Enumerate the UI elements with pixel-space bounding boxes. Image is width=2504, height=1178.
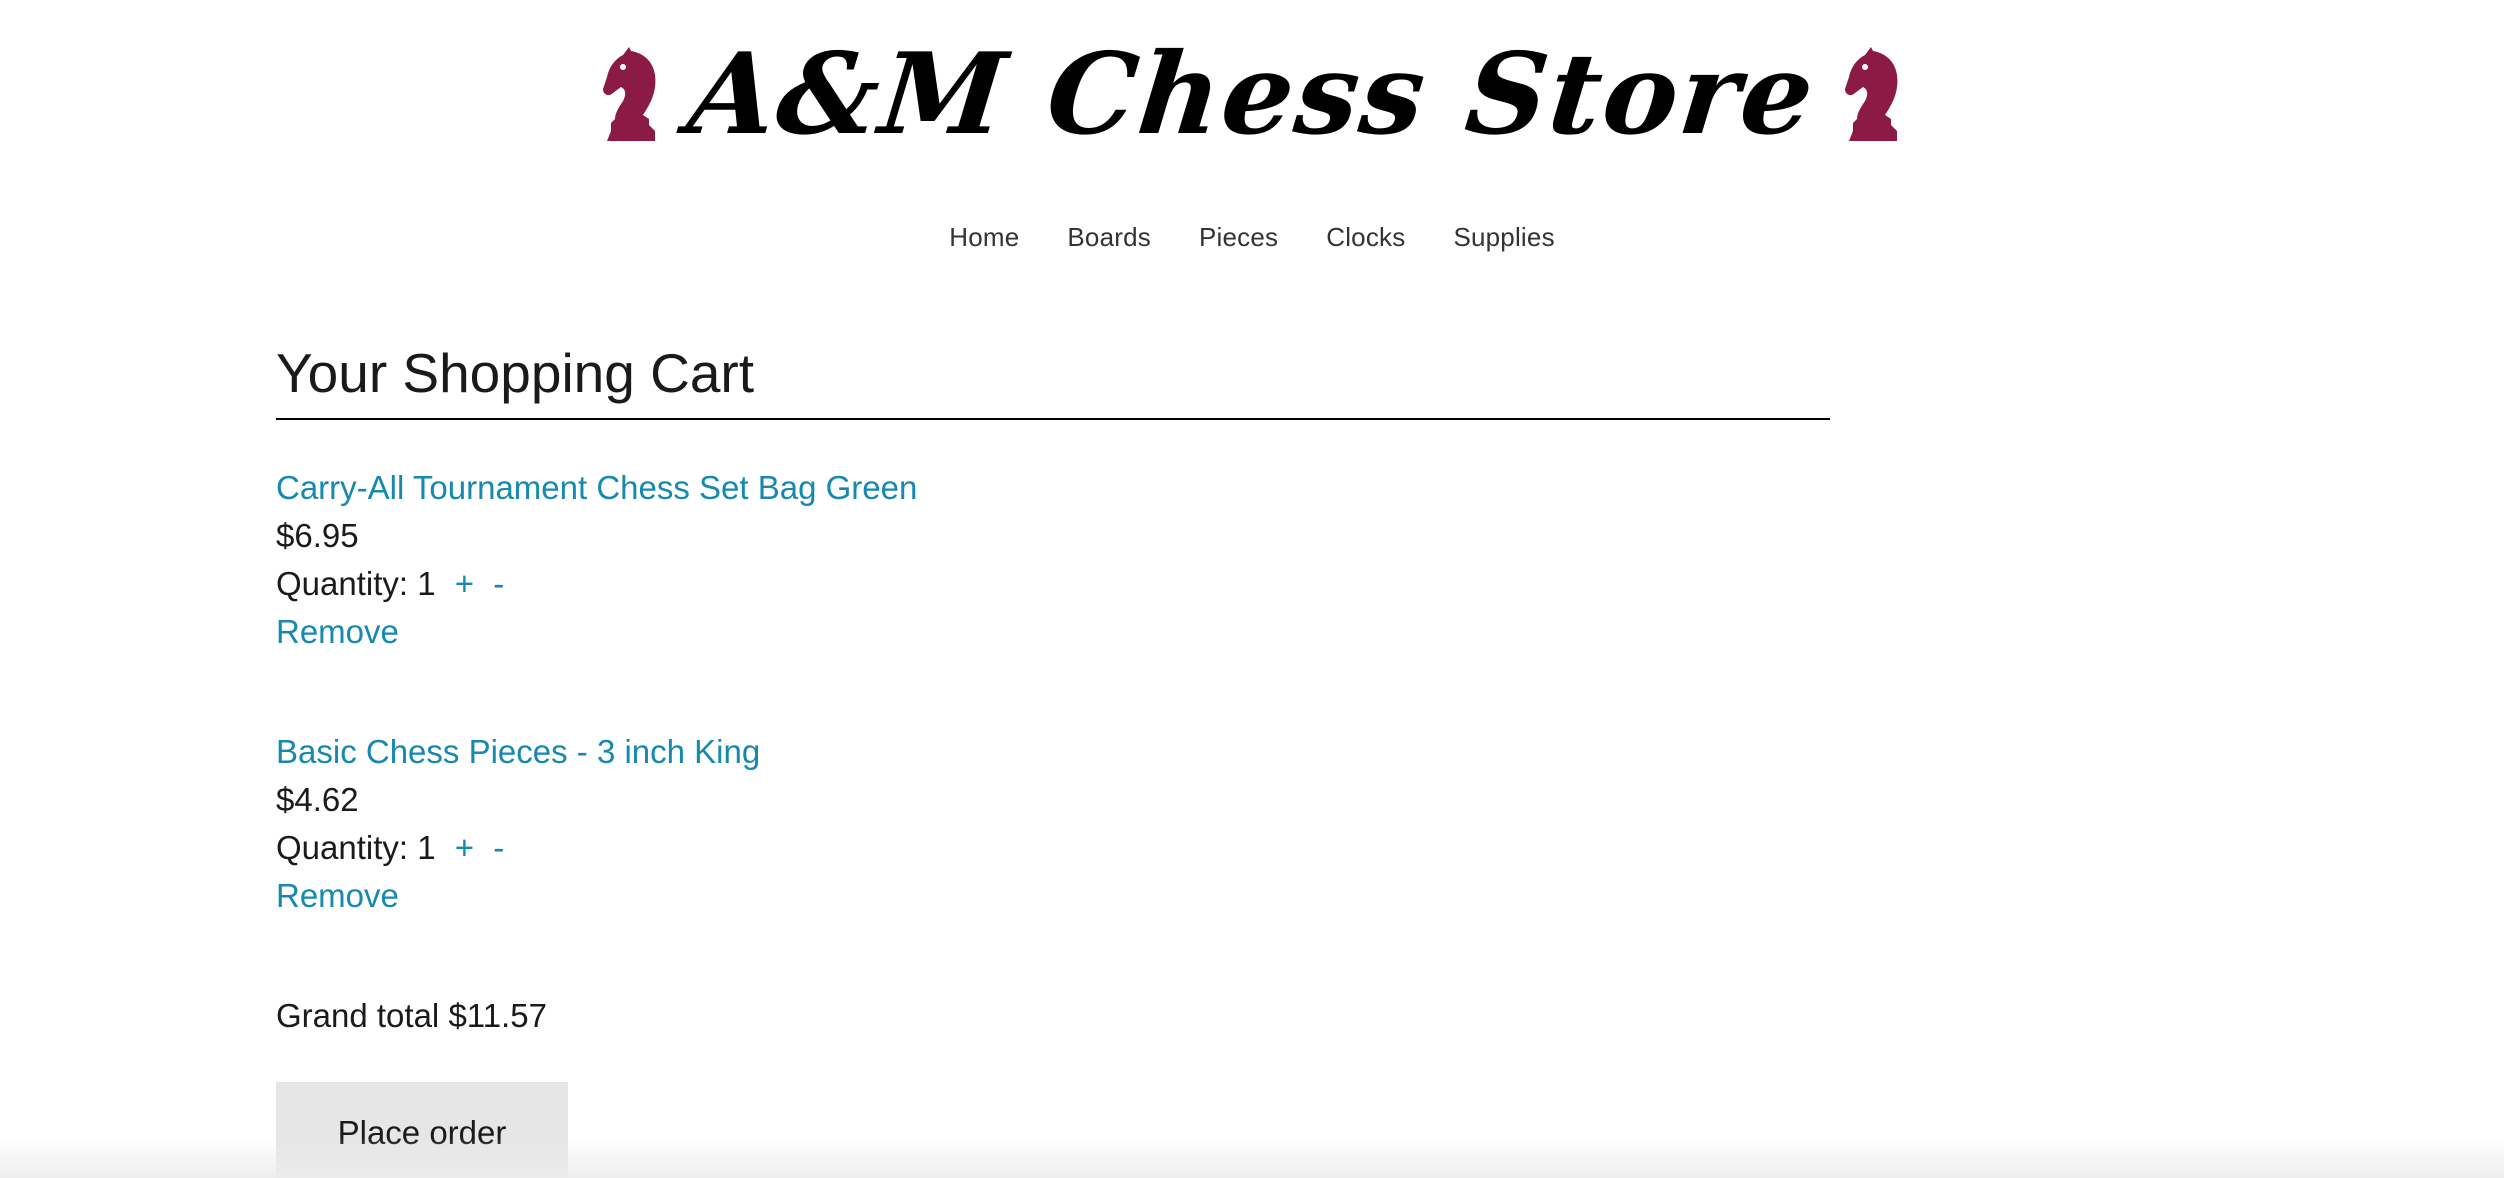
nav-item-home[interactable]: Home <box>949 222 1019 253</box>
quantity-label: Quantity: <box>276 829 409 866</box>
quantity-label: Quantity: <box>276 565 409 602</box>
remove-link[interactable]: Remove <box>276 613 399 650</box>
quantity-value: 1 <box>417 565 436 602</box>
nav-item-clocks[interactable]: Clocks <box>1326 222 1405 253</box>
product-price: $6.95 <box>276 517 359 554</box>
remove-link[interactable]: Remove <box>276 877 399 914</box>
knight-icon <box>1844 47 1898 141</box>
product-link[interactable]: Carry-All Tournament Chess Set Bag Green <box>276 469 917 506</box>
knight-icon <box>603 47 656 141</box>
product-price: $4.62 <box>276 781 359 818</box>
quantity-row: Quantity: 1 + - <box>276 824 1830 872</box>
page: A&M Chess Store Home Boards Pieces Clock… <box>0 0 2504 1178</box>
product-link[interactable]: Basic Chess Pieces - 3 inch King <box>276 733 760 770</box>
logo-text: A&M Chess Store <box>682 29 1822 160</box>
decrement-button[interactable]: - <box>493 565 504 602</box>
site-logo[interactable]: A&M Chess Store <box>0 29 2504 160</box>
increment-button[interactable]: + <box>455 565 474 602</box>
decrement-button[interactable]: - <box>493 829 504 866</box>
grand-total: Grand total $11.57 <box>276 992 1830 1040</box>
quantity-row: Quantity: 1 + - <box>276 560 1830 608</box>
nav-item-supplies[interactable]: Supplies <box>1453 222 1554 253</box>
page-title: Your Shopping Cart <box>276 340 1830 420</box>
nav-item-boards[interactable]: Boards <box>1067 222 1151 253</box>
cart-item: Basic Chess Pieces - 3 inch King $4.62 Q… <box>276 728 1830 920</box>
cart-section: Your Shopping Cart Carry-All Tournament … <box>276 340 1830 1178</box>
grand-total-label: Grand total <box>276 997 440 1034</box>
main-nav: Home Boards Pieces Clocks Supplies <box>0 222 2504 253</box>
place-order-button[interactable]: Place order <box>276 1082 568 1178</box>
cart-item: Carry-All Tournament Chess Set Bag Green… <box>276 464 1830 656</box>
increment-button[interactable]: + <box>455 829 474 866</box>
nav-item-pieces[interactable]: Pieces <box>1199 222 1278 253</box>
quantity-value: 1 <box>417 829 436 866</box>
grand-total-value: $11.57 <box>448 997 547 1034</box>
